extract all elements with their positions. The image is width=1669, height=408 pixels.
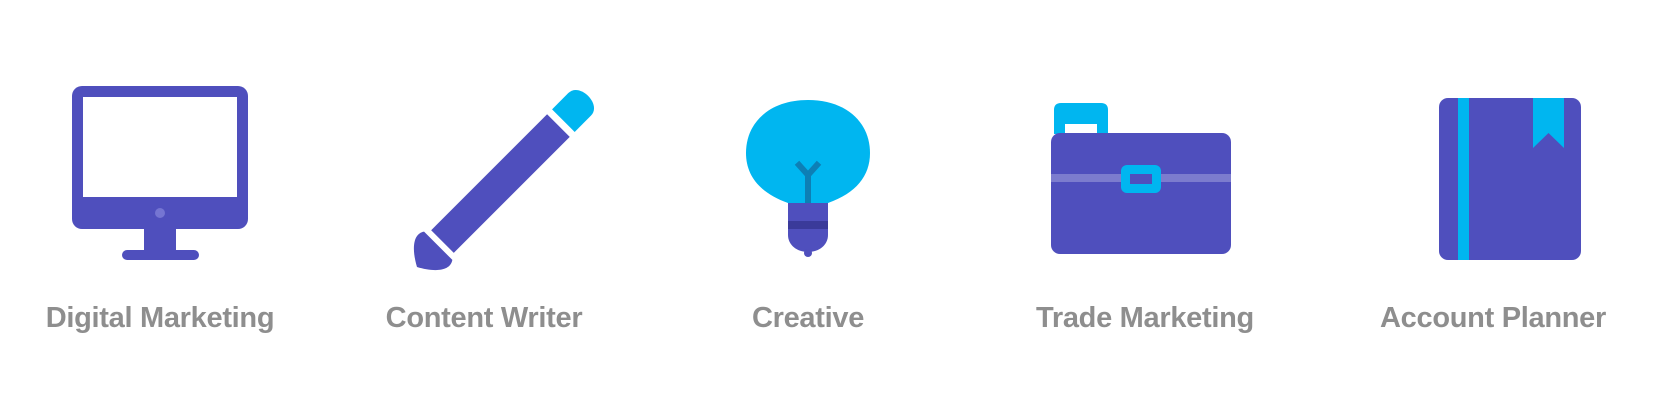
role-label: Creative xyxy=(751,302,865,334)
role-label: Content Writer xyxy=(385,302,583,334)
role-digital-marketing: Digital Marketing xyxy=(0,0,320,408)
role-account-planner: Account Planner xyxy=(1333,0,1653,408)
briefcase-icon xyxy=(1051,103,1231,254)
role-label: Trade Marketing xyxy=(1036,302,1254,334)
pencil-icon xyxy=(413,90,594,271)
role-content-writer: Content Writer xyxy=(324,0,644,408)
role-label: Account Planner xyxy=(1380,302,1606,334)
role-label: Digital Marketing xyxy=(45,302,275,334)
lightbulb-icon xyxy=(746,100,870,257)
role-creative: Creative xyxy=(648,0,968,408)
role-trade-marketing: Trade Marketing xyxy=(985,0,1305,408)
notebook-icon xyxy=(1439,98,1581,260)
monitor-icon xyxy=(72,86,248,260)
